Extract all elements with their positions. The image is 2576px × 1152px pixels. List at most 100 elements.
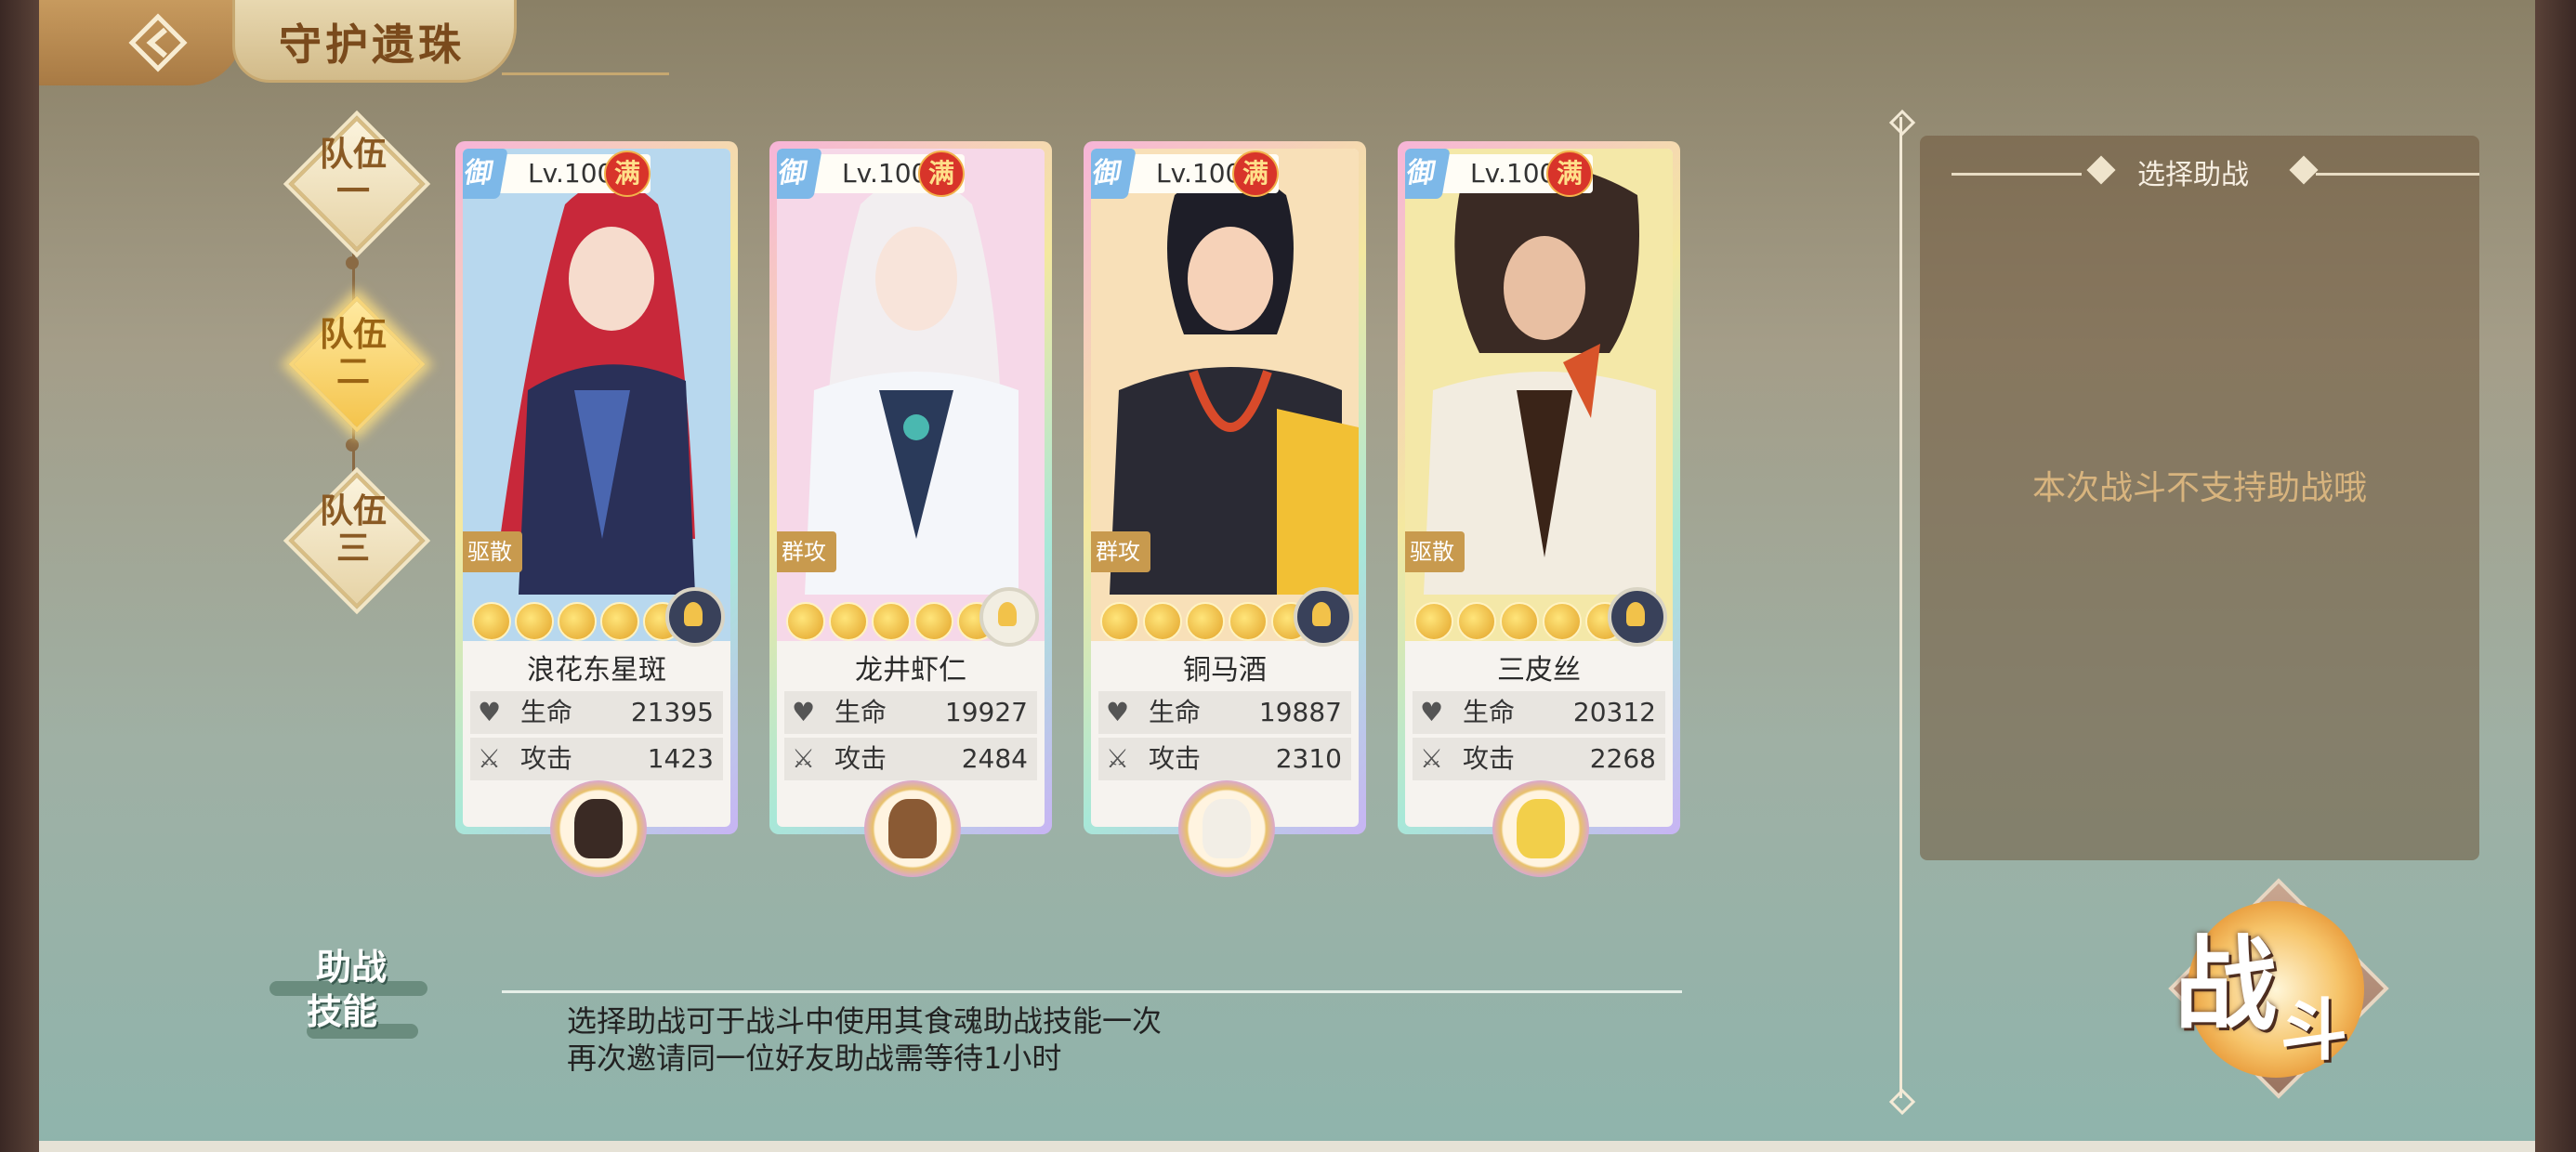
stat-value: 21395: [630, 697, 714, 727]
hp-stat: ♥ 生命 20312: [1413, 691, 1665, 734]
character-name: 三皮丝: [1497, 654, 1581, 687]
star-icon: [1414, 602, 1453, 641]
star-icon: [1186, 602, 1225, 641]
max-level-badge: 满: [604, 151, 651, 197]
attack-stat: ⚔ 攻击 2268: [1413, 738, 1665, 780]
stat-label: 攻击: [520, 743, 573, 774]
bottom-edge: [39, 1141, 2535, 1152]
team-tab-label: 队伍一: [319, 135, 387, 211]
stat-value: 20312: [1572, 697, 1656, 727]
character-card[interactable]: Lv.100 御 满 群攻 铜马酒 ♥ 生命 19887 ⚔ 攻击 2310: [1084, 141, 1366, 834]
star-icon: [1143, 602, 1182, 641]
back-button[interactable]: [128, 13, 188, 72]
card-body: Lv.100 御 满 驱散 三皮丝 ♥ 生命 20312 ⚔ 攻击 2268: [1405, 149, 1673, 827]
card-body: Lv.100 御 满 群攻 龙井虾仁 ♥ 生命 19927 ⚔ 攻击 2484: [777, 149, 1045, 827]
back-arrow-icon: [128, 13, 188, 72]
companion-figure: [1203, 799, 1251, 858]
stat-value: 2268: [1589, 743, 1656, 774]
star-rating: [1100, 602, 1310, 641]
star-icon: [600, 602, 639, 641]
star-rating: [472, 602, 682, 641]
character-card[interactable]: Lv.100 御 满 驱散 三皮丝 ♥ 生命 20312 ⚔ 攻击 2268: [1398, 141, 1680, 834]
star-icon: [786, 602, 825, 641]
right-frame: [2535, 0, 2576, 1152]
role-badge: 群攻: [777, 531, 836, 572]
assist-unavailable-message: 本次战斗不支持助战哦: [2031, 469, 2367, 507]
battle-button-label: 战: [2175, 924, 2277, 1044]
sword-icon: ⚔: [792, 743, 816, 774]
character-name: 铜马酒: [1183, 654, 1267, 687]
assist-panel-title: 选择助战: [2137, 159, 2249, 191]
element-icon: [1294, 587, 1353, 647]
team-tab-label: 队伍三: [319, 491, 387, 568]
character-name: 龙井虾仁: [855, 654, 966, 687]
attack-stat: ⚔ 攻击 2310: [1098, 738, 1351, 780]
stat-value: 2484: [961, 743, 1028, 774]
left-frame: [0, 0, 39, 1152]
companion-avatar[interactable]: [1492, 780, 1589, 877]
stat-label: 攻击: [1463, 743, 1516, 774]
stat-label: 生命: [1463, 697, 1516, 727]
star-rating: [786, 602, 996, 641]
character-card[interactable]: Lv.100 御 满 驱散 浪花东星斑 ♥ 生命 21395 ⚔ 攻击 1423: [455, 141, 738, 834]
stat-label: 攻击: [835, 743, 887, 774]
divider-line: [1899, 117, 1902, 1098]
team-connector-dot: [346, 439, 359, 452]
team-tab-2[interactable]: 队伍二: [288, 295, 426, 433]
companion-figure: [574, 799, 623, 858]
attack-stat: ⚔ 攻击 1423: [470, 738, 723, 780]
heart-icon: ♥: [792, 697, 816, 727]
skill-divider: [502, 990, 1682, 993]
team-connector-dot: [346, 256, 359, 269]
card-body: Lv.100 御 满 驱散 浪花东星斑 ♥ 生命 21395 ⚔ 攻击 1423: [463, 149, 730, 827]
team-tab-1[interactable]: 队伍一: [288, 115, 426, 253]
assist-skill-title: 助战: [316, 946, 388, 988]
stat-label: 生命: [1149, 697, 1202, 727]
stat-label: 生命: [835, 697, 887, 727]
card-body: Lv.100 御 满 群攻 铜马酒 ♥ 生命 19887 ⚔ 攻击 2310: [1091, 149, 1359, 827]
team-tab-label: 队伍二: [319, 315, 387, 391]
star-icon: [1100, 602, 1139, 641]
stat-label: 攻击: [1149, 743, 1202, 774]
element-icon: [665, 587, 725, 647]
attack-stat: ⚔ 攻击 2484: [784, 738, 1037, 780]
team-tab-3[interactable]: 队伍三: [288, 472, 426, 609]
stat-value: 19927: [944, 697, 1028, 727]
stat-value: 2310: [1275, 743, 1342, 774]
heart-icon: ♥: [1106, 697, 1130, 727]
star-icon: [1229, 602, 1268, 641]
battle-button-label: 斗: [2280, 990, 2348, 1069]
element-icon: [979, 587, 1039, 647]
star-rating: [1414, 602, 1624, 641]
companion-avatar[interactable]: [1178, 780, 1275, 877]
max-level-badge: 满: [1232, 151, 1279, 197]
assist-skill-badge: 助战 技能: [269, 938, 427, 1041]
hp-stat: ♥ 生命 19927: [784, 691, 1037, 734]
assist-skill-title: 技能: [307, 990, 378, 1032]
companion-figure: [1517, 799, 1565, 858]
star-icon: [1457, 602, 1496, 641]
hp-stat: ♥ 生命 19887: [1098, 691, 1351, 734]
panel-title-line: [1952, 173, 2082, 176]
heart-icon: ♥: [1420, 697, 1444, 727]
element-icon: [1608, 587, 1667, 647]
star-icon: [872, 602, 911, 641]
star-icon: [914, 602, 953, 641]
character-name: 浪花东星斑: [527, 654, 666, 687]
companion-avatar[interactable]: [864, 780, 961, 877]
skill-description: 再次邀请同一位好友助战需等待1小时: [567, 1041, 1062, 1076]
star-icon: [1543, 602, 1582, 641]
role-badge: 群攻: [1091, 531, 1150, 572]
title-underline: [502, 72, 669, 75]
companion-figure: [888, 799, 937, 858]
battle-button[interactable]: 战 斗: [2150, 873, 2392, 1099]
panel-title-line: [2316, 173, 2479, 176]
max-level-badge: 满: [918, 151, 965, 197]
sword-icon: ⚔: [478, 743, 502, 774]
sword-icon: ⚔: [1106, 743, 1130, 774]
companion-avatar[interactable]: [550, 780, 647, 877]
star-icon: [515, 602, 554, 641]
character-card[interactable]: Lv.100 御 满 群攻 龙井虾仁 ♥ 生命 19927 ⚔ 攻击 2484: [769, 141, 1052, 834]
star-icon: [829, 602, 868, 641]
page-title: 守护遗珠: [279, 20, 465, 70]
